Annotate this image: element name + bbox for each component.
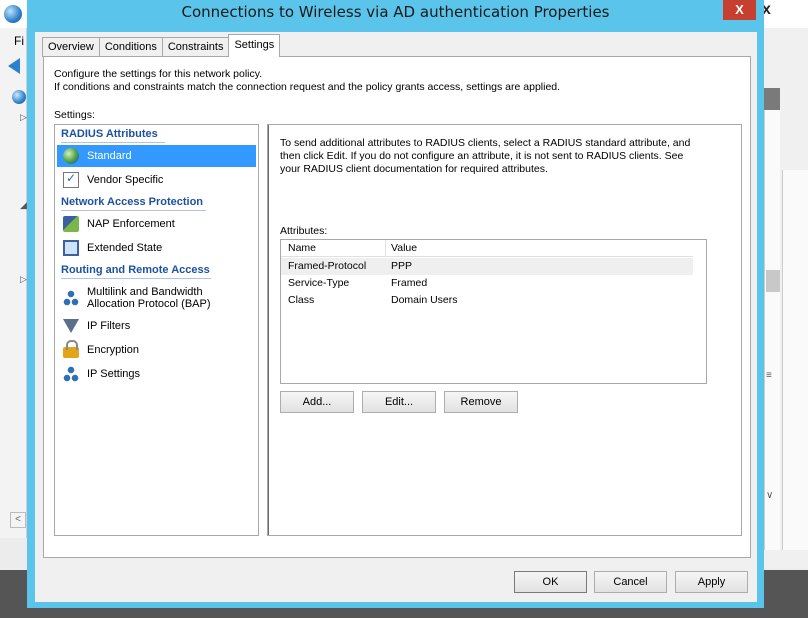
table-row[interactable]: Service-Type Framed bbox=[281, 275, 693, 292]
settings-list: RADIUS Attributes Standard Vendor Specif… bbox=[54, 124, 259, 536]
list-item-encryption[interactable]: Encryption bbox=[57, 339, 256, 361]
column-separator[interactable] bbox=[385, 240, 386, 257]
table-row[interactable]: Framed-Protocol PPP bbox=[281, 258, 693, 275]
group-network-access-protection: Network Access Protection bbox=[61, 196, 204, 208]
list-item-label: NAP Enforcement bbox=[87, 218, 175, 230]
background-scrollbar-track[interactable] bbox=[764, 110, 780, 550]
list-item-label: Standard bbox=[87, 150, 132, 162]
attributes-label: Attributes: bbox=[280, 225, 328, 237]
properties-dialog: Connections to Wireless via AD authentic… bbox=[27, 0, 764, 608]
cell-value: Framed bbox=[391, 277, 428, 289]
background-column bbox=[782, 170, 808, 550]
remove-button[interactable]: Remove bbox=[444, 391, 518, 413]
filter-icon bbox=[63, 319, 79, 333]
tab-strip: Overview Conditions Constraints Settings bbox=[42, 34, 281, 57]
background-menu-file[interactable]: Fi bbox=[14, 34, 24, 48]
list-item-multilink-bap[interactable]: Multilink and Bandwidth Allocation Proto… bbox=[57, 283, 256, 313]
column-header-value[interactable]: Value bbox=[391, 242, 417, 254]
nap-shield-icon bbox=[63, 216, 79, 232]
description-line: Configure the settings for this network … bbox=[54, 68, 263, 80]
lock-icon bbox=[63, 340, 79, 358]
edit-button[interactable]: Edit... bbox=[362, 391, 436, 413]
cell-value: PPP bbox=[391, 260, 413, 272]
group-underline bbox=[61, 210, 206, 211]
description-line: If conditions and constraints match the … bbox=[54, 81, 561, 93]
tree-expand-icon[interactable]: ▷ bbox=[20, 112, 27, 123]
cell-value: Domain Users bbox=[391, 294, 458, 306]
dialog-client-area: Overview Conditions Constraints Settings… bbox=[35, 32, 757, 602]
dialog-title: Connections to Wireless via AD authentic… bbox=[181, 3, 610, 21]
label-line: Multilink and Bandwidth bbox=[87, 286, 203, 298]
list-item-label: Vendor Specific bbox=[87, 174, 164, 186]
column-header-name[interactable]: Name bbox=[288, 242, 316, 254]
tab-overview[interactable]: Overview bbox=[42, 37, 100, 57]
label-line: Allocation Protocol (BAP) bbox=[87, 298, 211, 310]
tree-collapse-icon[interactable]: ◢ bbox=[20, 200, 27, 211]
globe-icon bbox=[63, 148, 79, 164]
list-item-nap-enforcement[interactable]: NAP Enforcement bbox=[57, 213, 256, 235]
network-icon bbox=[63, 366, 79, 382]
cancel-button[interactable]: Cancel bbox=[594, 571, 667, 593]
tab-settings[interactable]: Settings bbox=[228, 34, 281, 57]
cell-name: Service-Type bbox=[288, 277, 350, 289]
apply-button[interactable]: Apply bbox=[675, 571, 748, 593]
settings-tab-panel: Configure the settings for this network … bbox=[43, 56, 751, 558]
description-line: To send additional attributes to RADIUS … bbox=[280, 137, 691, 149]
list-item-ip-filters[interactable]: IP Filters bbox=[57, 315, 256, 337]
ok-button[interactable]: OK bbox=[514, 571, 587, 593]
list-item-extended-state[interactable]: Extended State bbox=[57, 237, 256, 259]
tree-expand-icon[interactable]: ▷ bbox=[20, 274, 27, 285]
globe-icon bbox=[4, 5, 22, 23]
cell-name: Framed-Protocol bbox=[288, 260, 367, 272]
policy-description: Configure the settings for this network … bbox=[54, 68, 560, 94]
group-underline bbox=[61, 278, 211, 279]
checklist-icon bbox=[63, 171, 79, 188]
scroll-left-button[interactable]: < bbox=[10, 512, 26, 528]
network-icon bbox=[63, 290, 79, 306]
group-radius-attributes: RADIUS Attributes bbox=[61, 128, 158, 140]
pane-border bbox=[268, 125, 269, 535]
scroll-grip-icon: ≡ bbox=[766, 370, 772, 381]
list-item-label: Encryption bbox=[87, 344, 139, 356]
group-routing-remote-access: Routing and Remote Access bbox=[61, 264, 210, 276]
description-line: your RADIUS client documentation for req… bbox=[280, 163, 548, 175]
list-item-label: Extended State bbox=[87, 242, 163, 254]
add-button[interactable]: Add... bbox=[280, 391, 354, 413]
monitor-icon bbox=[63, 240, 79, 256]
back-arrow-icon[interactable] bbox=[8, 58, 20, 74]
description-line: then click Edit. If you do not configure… bbox=[280, 150, 684, 162]
attributes-table[interactable]: Name Value Framed-Protocol PPP Service-T… bbox=[280, 239, 707, 384]
list-item-ip-settings[interactable]: IP Settings bbox=[57, 363, 256, 385]
background-header-block bbox=[764, 88, 780, 110]
table-header: Name Value bbox=[281, 240, 693, 257]
scroll-down-icon[interactable]: ∨ bbox=[766, 490, 773, 501]
tab-constraints[interactable]: Constraints bbox=[161, 37, 230, 57]
list-item-label: Multilink and Bandwidth Allocation Proto… bbox=[87, 286, 211, 310]
group-underline bbox=[61, 142, 165, 143]
list-item-vendor-specific[interactable]: Vendor Specific bbox=[57, 169, 256, 191]
background-scrollbar-thumb[interactable] bbox=[766, 270, 780, 292]
cell-name: Class bbox=[288, 294, 315, 306]
settings-label: Settings: bbox=[54, 109, 95, 121]
tab-conditions[interactable]: Conditions bbox=[98, 37, 163, 57]
attributes-description: To send additional attributes to RADIUS … bbox=[280, 137, 720, 176]
list-item-standard[interactable]: Standard bbox=[57, 145, 256, 167]
close-button[interactable]: X bbox=[723, 0, 756, 20]
list-item-label: IP Settings bbox=[87, 368, 140, 380]
list-item-label: IP Filters bbox=[87, 320, 131, 332]
attributes-pane: To send additional attributes to RADIUS … bbox=[267, 124, 742, 536]
tree-globe-icon bbox=[12, 90, 26, 104]
table-row[interactable]: Class Domain Users bbox=[281, 292, 693, 309]
